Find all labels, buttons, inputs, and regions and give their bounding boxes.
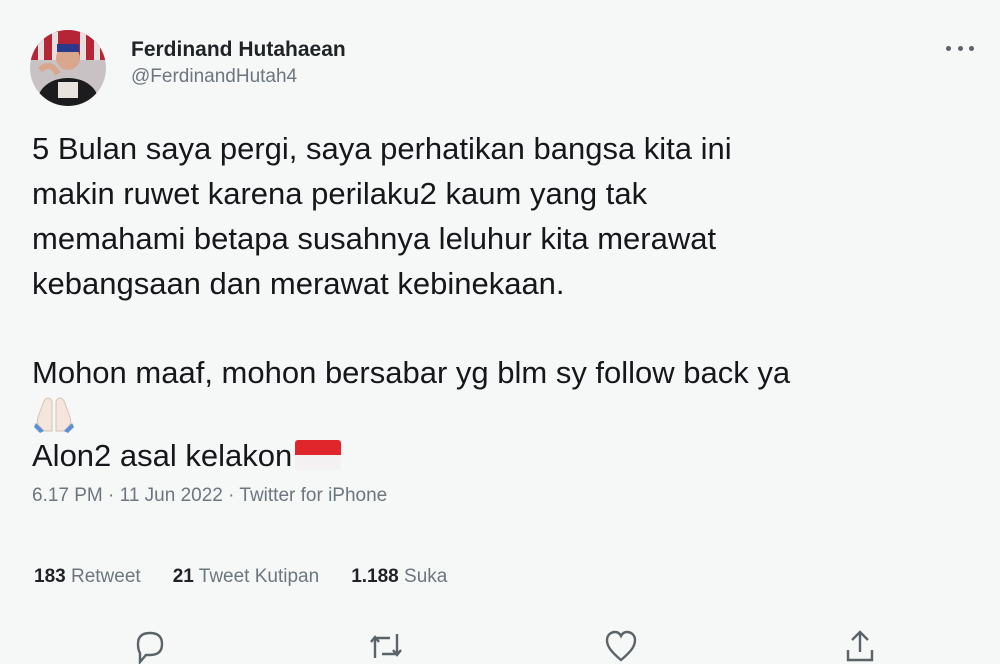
like-stat[interactable]: 1.188 Suka	[351, 566, 447, 588]
tweet-text: 5 Bulan saya pergi, saya perhatikan bang…	[32, 126, 987, 478]
retweet-icon[interactable]	[368, 628, 404, 664]
tweet-meta: 6.17 PM · 11 Jun 2022 · Twitter for iPho…	[32, 485, 387, 507]
tweet-line: 5 Bulan saya pergi, saya perhatikan bang…	[32, 131, 732, 166]
tweet-date[interactable]: 11 Jun 2022	[120, 485, 223, 506]
retweet-stat[interactable]: 183 Retweet	[34, 566, 141, 588]
separator: ·	[228, 485, 235, 506]
retweet-count: 183	[34, 566, 66, 587]
tweet-line: memahami betapa susahnya leluhur kita me…	[32, 221, 717, 256]
tweet-line: makin ruwet karena perilaku2 kaum yang t…	[32, 176, 648, 211]
tweet-line: Alon2 asal kelakon	[32, 433, 987, 478]
retweet-label: Retweet	[70, 566, 141, 587]
more-icon[interactable]	[946, 38, 974, 58]
tweet-line: kebangsaan dan merawat kebinekaan.	[32, 266, 565, 301]
quote-count: 21	[172, 566, 194, 587]
tweet-source[interactable]: Twitter for iPhone	[239, 485, 387, 506]
separator: ·	[108, 485, 115, 506]
action-bar	[0, 628, 1000, 664]
quote-label: Tweet Kutipan	[198, 566, 320, 587]
tweet-time[interactable]: 6.17 PM	[32, 485, 103, 506]
tweet-closing: Alon2 asal kelakon	[32, 438, 293, 473]
tweet-stats: 183 Retweet 21 Tweet Kutipan 1.188 Suka	[34, 566, 447, 588]
quote-stat[interactable]: 21 Tweet Kutipan	[173, 566, 320, 588]
author-avatar[interactable]	[30, 30, 106, 106]
like-label: Suka	[404, 566, 448, 587]
like-icon[interactable]	[603, 628, 639, 664]
indonesia-flag-emoji	[295, 440, 342, 470]
reply-icon[interactable]	[132, 628, 168, 664]
author-handle[interactable]: @FerdinandHutah4	[131, 66, 297, 88]
author-name[interactable]: Ferdinand Hutahaean	[131, 38, 346, 62]
like-count: 1.188	[351, 566, 399, 587]
share-icon[interactable]	[842, 628, 878, 664]
tweet-line: Mohon maaf, mohon bersabar yg blm sy fol…	[32, 355, 791, 390]
folded-hands-emoji	[34, 397, 74, 433]
